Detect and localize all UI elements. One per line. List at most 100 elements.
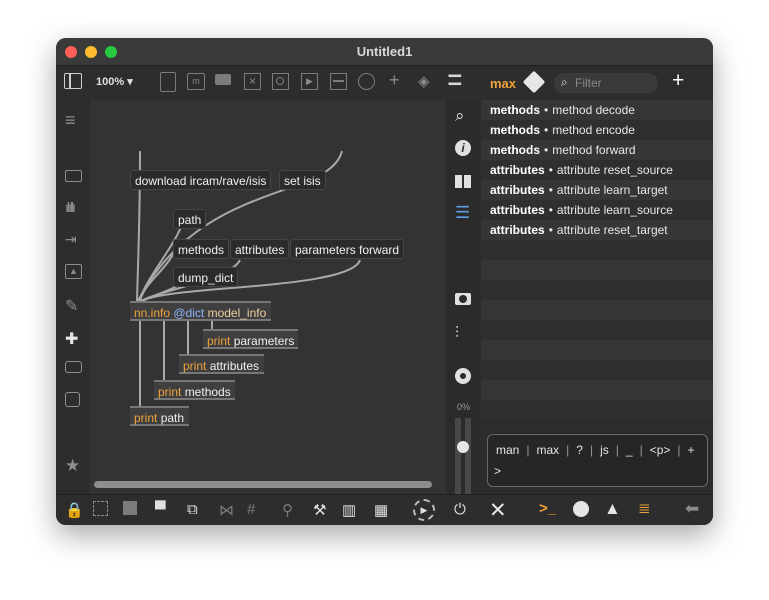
presentation-icon[interactable]: [160, 72, 176, 92]
comment-icon[interactable]: [215, 74, 231, 85]
shortcut-4[interactable]: ?: [576, 443, 583, 457]
close-icon[interactable]: ✕: [489, 498, 507, 523]
object-print-parameters[interactable]: print parameters: [203, 329, 298, 349]
image-icon[interactable]: ▲: [65, 264, 82, 279]
reference-icon[interactable]: [455, 175, 471, 188]
add-object-icon[interactable]: +: [389, 70, 400, 91]
console-row[interactable]: [481, 300, 713, 320]
button-box-icon[interactable]: [272, 73, 289, 90]
mixer-icon[interactable]: ⫶: [455, 325, 459, 343]
sidebar-tabs: ⌕ i ☰ ⫶ 0%: [446, 100, 481, 525]
gain-slider-knob[interactable]: [457, 441, 469, 453]
console-row[interactable]: methods • method decode: [481, 100, 713, 120]
plug-icon[interactable]: ✚: [65, 329, 78, 349]
console-tab-max[interactable]: max: [490, 76, 516, 91]
entry-category: attributes: [490, 223, 545, 237]
console-row[interactable]: [481, 260, 713, 280]
horizontal-scrollbar[interactable]: [94, 481, 432, 488]
console-row[interactable]: methods • method encode: [481, 120, 713, 140]
console-row[interactable]: [481, 320, 713, 340]
shortcut-12[interactable]: +: [688, 443, 695, 457]
message-download[interactable]: download ircam/rave/isis: [130, 170, 272, 190]
shortcut-0[interactable]: man: [496, 443, 519, 457]
add-button[interactable]: +: [672, 69, 684, 93]
number-box-icon[interactable]: ▶: [301, 73, 318, 90]
shortcut-10[interactable]: <p>: [650, 443, 671, 457]
entry-separator: •: [548, 223, 553, 237]
toggle-box-icon[interactable]: ×: [244, 73, 261, 90]
sequence-icon[interactable]: ⇥: [65, 231, 77, 248]
keyboard-icon[interactable]: ▦: [374, 501, 388, 519]
list-icon[interactable]: ☰: [455, 203, 470, 223]
console-row[interactable]: attributes • attribute learn_source: [481, 200, 713, 220]
pin-icon[interactable]: ⚲: [282, 501, 293, 519]
patcher-canvas[interactable]: download ircam/rave/isis set isis path m…: [90, 100, 446, 494]
snapshot-icon[interactable]: [455, 293, 471, 305]
stack-icon[interactable]: ≣: [638, 499, 651, 517]
message-dump-dict[interactable]: dump_dict: [173, 267, 239, 287]
device-icon[interactable]: [65, 170, 82, 182]
message-methods[interactable]: methods: [173, 239, 230, 259]
paperclip-icon[interactable]: ✎: [65, 296, 78, 316]
project-icon[interactable]: [65, 392, 80, 407]
filter-input[interactable]: ⌕ Filter: [554, 73, 658, 93]
sidebar-toggle-icon[interactable]: [64, 73, 82, 89]
power-icon[interactable]: ⏻: [454, 501, 466, 518]
shortcut-6[interactable]: js: [600, 443, 609, 457]
message-parameters-forward[interactable]: parameters forward: [290, 239, 405, 259]
back-arrow-icon[interactable]: ⬅: [685, 499, 699, 519]
console-prompt[interactable]: >: [494, 464, 501, 478]
shortcut-8[interactable]: _: [626, 443, 633, 457]
message-set-isis[interactable]: set isis: [279, 170, 326, 190]
star-icon[interactable]: ★: [65, 456, 80, 476]
object-print-path[interactable]: print path: [130, 406, 189, 426]
mute-icon[interactable]: ⋈: [219, 501, 234, 519]
console-input-area[interactable]: man | max |? | js | _ | <p> | + >: [487, 434, 708, 487]
console-row[interactable]: [481, 240, 713, 260]
search-icon[interactable]: ⌕: [455, 106, 465, 126]
console-icon[interactable]: >_: [539, 500, 556, 517]
object-print-attributes[interactable]: print attributes: [179, 354, 264, 374]
zoom-select[interactable]: 100% ▾: [96, 75, 133, 88]
package-filter-icon[interactable]: [522, 70, 546, 94]
shortcut-separator: |: [566, 443, 570, 457]
dial-icon[interactable]: [358, 73, 375, 90]
message-attributes[interactable]: attributes: [230, 239, 290, 259]
piano-icon[interactable]: ▥: [342, 501, 356, 519]
presentation-mode-icon[interactable]: ▀: [155, 501, 166, 518]
grid-icon[interactable]: #: [247, 501, 255, 518]
console-row[interactable]: [481, 380, 713, 400]
paint-bucket-icon[interactable]: ◈: [418, 72, 430, 90]
console-row[interactable]: [481, 360, 713, 380]
menu-icon[interactable]: ≡: [65, 110, 76, 131]
comment-box-icon[interactable]: m: [187, 73, 205, 90]
slider-icon[interactable]: [330, 73, 347, 90]
console-row[interactable]: attributes • attribute reset_source: [481, 160, 713, 180]
object-class-name: print: [207, 334, 231, 348]
object-print-methods[interactable]: print methods: [154, 380, 235, 400]
entry-category: attributes: [490, 163, 545, 177]
console-row[interactable]: [481, 400, 713, 420]
console-row[interactable]: attributes • attribute reset_target: [481, 220, 713, 240]
object-nn-info[interactable]: nn.info @dict model_info: [130, 301, 271, 321]
message-path[interactable]: path: [173, 209, 207, 229]
package-icon[interactable]: [65, 361, 82, 373]
warning-icon[interactable]: ▲: [604, 499, 621, 519]
audio-dsp-icon[interactable]: ▶: [413, 499, 435, 521]
console-row[interactable]: [481, 280, 713, 300]
front-back-icon[interactable]: ⧉: [187, 501, 198, 518]
select-icon[interactable]: [93, 501, 108, 516]
console-row[interactable]: [481, 340, 713, 360]
console-row[interactable]: methods • method forward: [481, 140, 713, 160]
info-icon[interactable]: i: [455, 140, 471, 156]
clock-icon[interactable]: [573, 501, 589, 517]
record-icon[interactable]: [455, 368, 471, 384]
wrench-icon[interactable]: ⚒: [313, 501, 326, 519]
lock-icon[interactable]: 🔒: [65, 501, 84, 519]
entry-separator: •: [544, 123, 549, 137]
console-row[interactable]: attributes • attribute learn_target: [481, 180, 713, 200]
waveform-icon[interactable]: ılıllı: [65, 199, 76, 215]
shortcut-2[interactable]: max: [536, 443, 559, 457]
layer-icon[interactable]: [123, 501, 137, 515]
grid-keyboard-icon[interactable]: ▪▪▪▪▪ ▪▪▪▪▪: [448, 72, 466, 90]
